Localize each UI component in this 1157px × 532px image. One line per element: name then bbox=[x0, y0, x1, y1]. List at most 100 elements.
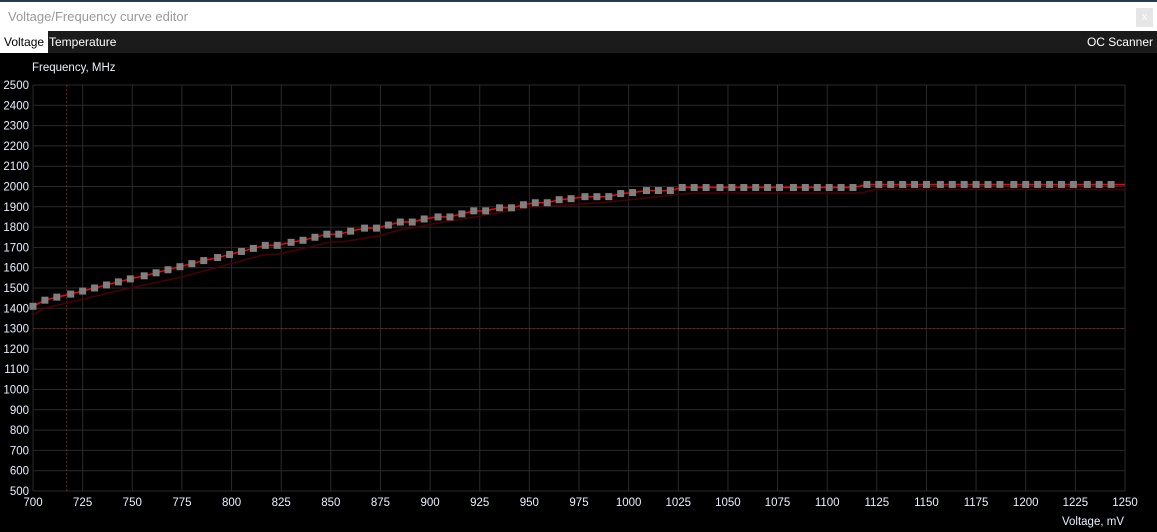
curve-point[interactable] bbox=[936, 180, 944, 188]
curve-point[interactable] bbox=[126, 275, 134, 283]
curve-point[interactable] bbox=[140, 272, 148, 280]
curve-point[interactable] bbox=[911, 180, 919, 188]
x-tick-label: 925 bbox=[470, 497, 489, 509]
curve-point[interactable] bbox=[1095, 180, 1103, 188]
curve-point[interactable] bbox=[507, 204, 515, 212]
curve-point[interactable] bbox=[543, 199, 551, 207]
curve-point[interactable] bbox=[863, 180, 871, 188]
curve-point[interactable] bbox=[311, 233, 319, 241]
curve-point[interactable] bbox=[629, 189, 637, 197]
curve-point[interactable] bbox=[984, 180, 992, 188]
curve-point[interactable] bbox=[237, 247, 245, 255]
curve-point[interactable] bbox=[776, 184, 784, 192]
curve-point[interactable] bbox=[53, 293, 61, 301]
curve-point[interactable] bbox=[372, 224, 380, 232]
curve-point[interactable] bbox=[702, 184, 710, 192]
curve-point[interactable] bbox=[1010, 180, 1018, 188]
tab-voltage[interactable]: Voltage bbox=[0, 31, 49, 53]
curve-point[interactable] bbox=[764, 184, 772, 192]
curve-point[interactable] bbox=[1046, 180, 1054, 188]
curve-point[interactable] bbox=[299, 236, 307, 244]
curve-point[interactable] bbox=[434, 213, 442, 221]
curve-point[interactable] bbox=[91, 284, 99, 292]
curve-point[interactable] bbox=[482, 207, 490, 215]
curve-point[interactable] bbox=[678, 184, 686, 192]
curve-point[interactable] bbox=[1022, 180, 1030, 188]
curve-point[interactable] bbox=[825, 184, 833, 192]
curve-point[interactable] bbox=[249, 244, 257, 252]
curve-point[interactable] bbox=[384, 221, 392, 229]
curve-point[interactable] bbox=[226, 251, 234, 259]
curve-point[interactable] bbox=[287, 238, 295, 246]
curve-point[interactable] bbox=[176, 263, 184, 271]
curve-point[interactable] bbox=[617, 190, 625, 198]
x-tick-label: 750 bbox=[123, 497, 142, 509]
vf-curve-chart[interactable]: Frequency, MHz Voltage, mV 5006007008009… bbox=[0, 53, 1157, 532]
curve-point[interactable] bbox=[79, 287, 87, 295]
curve-point[interactable] bbox=[555, 196, 563, 204]
curve-point[interactable] bbox=[1069, 180, 1077, 188]
x-tick-label: 1000 bbox=[616, 497, 642, 509]
curve-point[interactable] bbox=[114, 278, 122, 286]
curve-point[interactable] bbox=[152, 269, 160, 277]
curve-point[interactable] bbox=[361, 224, 369, 232]
curve-point[interactable] bbox=[1083, 180, 1091, 188]
curve-point[interactable] bbox=[996, 180, 1004, 188]
curve-point[interactable] bbox=[690, 184, 698, 192]
curve-point[interactable] bbox=[728, 184, 736, 192]
curve-point[interactable] bbox=[752, 184, 760, 192]
curve-point[interactable] bbox=[214, 254, 222, 262]
curve-point[interactable] bbox=[643, 187, 651, 195]
tab-temperature[interactable]: Temperature bbox=[45, 31, 120, 53]
curve-point[interactable] bbox=[1107, 180, 1115, 188]
curve-point[interactable] bbox=[813, 184, 821, 192]
curve-point[interactable] bbox=[922, 180, 930, 188]
curve-point[interactable] bbox=[899, 180, 907, 188]
curve-point[interactable] bbox=[458, 210, 466, 218]
curve-point[interactable] bbox=[41, 296, 49, 304]
curve-point[interactable] bbox=[593, 193, 601, 201]
curve-point[interactable] bbox=[188, 260, 196, 268]
curve-point[interactable] bbox=[273, 241, 281, 249]
oc-scanner-button[interactable]: OC Scanner bbox=[1087, 31, 1153, 53]
curve-point[interactable] bbox=[801, 184, 809, 192]
curve-point[interactable] bbox=[420, 215, 428, 223]
curve-point[interactable] bbox=[605, 193, 613, 201]
curve-point[interactable] bbox=[567, 195, 575, 203]
curve-point[interactable] bbox=[470, 207, 478, 215]
curve-point[interactable] bbox=[164, 266, 172, 274]
curve-point[interactable] bbox=[849, 184, 857, 192]
curve-point[interactable] bbox=[887, 180, 895, 188]
curve-point[interactable] bbox=[531, 199, 539, 207]
curve-point[interactable] bbox=[666, 187, 674, 195]
curve-point[interactable] bbox=[654, 187, 662, 195]
y-tick-label: 2300 bbox=[3, 121, 29, 133]
curve-point[interactable] bbox=[200, 257, 208, 265]
curve-point[interactable] bbox=[408, 218, 416, 226]
close-button[interactable]: x bbox=[1136, 8, 1153, 27]
curve-point[interactable] bbox=[740, 184, 748, 192]
curve-point[interactable] bbox=[1034, 180, 1042, 188]
x-tick-label: 700 bbox=[23, 497, 42, 509]
curve-point[interactable] bbox=[581, 193, 589, 201]
curve-point[interactable] bbox=[67, 290, 75, 298]
curve-point[interactable] bbox=[323, 230, 331, 238]
curve-point[interactable] bbox=[335, 230, 343, 238]
curve-point[interactable] bbox=[960, 180, 968, 188]
curve-point[interactable] bbox=[1057, 180, 1065, 188]
curve-point[interactable] bbox=[948, 180, 956, 188]
curve-point[interactable] bbox=[789, 184, 797, 192]
curve-point[interactable] bbox=[519, 201, 527, 209]
curve-point[interactable] bbox=[446, 213, 454, 221]
curve-point[interactable] bbox=[496, 204, 504, 212]
y-tick-label: 1200 bbox=[3, 344, 29, 356]
curve-point[interactable] bbox=[972, 180, 980, 188]
curve-point[interactable] bbox=[716, 184, 724, 192]
curve-point[interactable] bbox=[347, 227, 355, 235]
curve-point[interactable] bbox=[837, 184, 845, 192]
curve-point[interactable] bbox=[396, 218, 404, 226]
curve-point[interactable] bbox=[875, 180, 883, 188]
curve-point[interactable] bbox=[102, 281, 110, 289]
curve-point[interactable] bbox=[29, 302, 37, 310]
curve-point[interactable] bbox=[261, 241, 269, 249]
